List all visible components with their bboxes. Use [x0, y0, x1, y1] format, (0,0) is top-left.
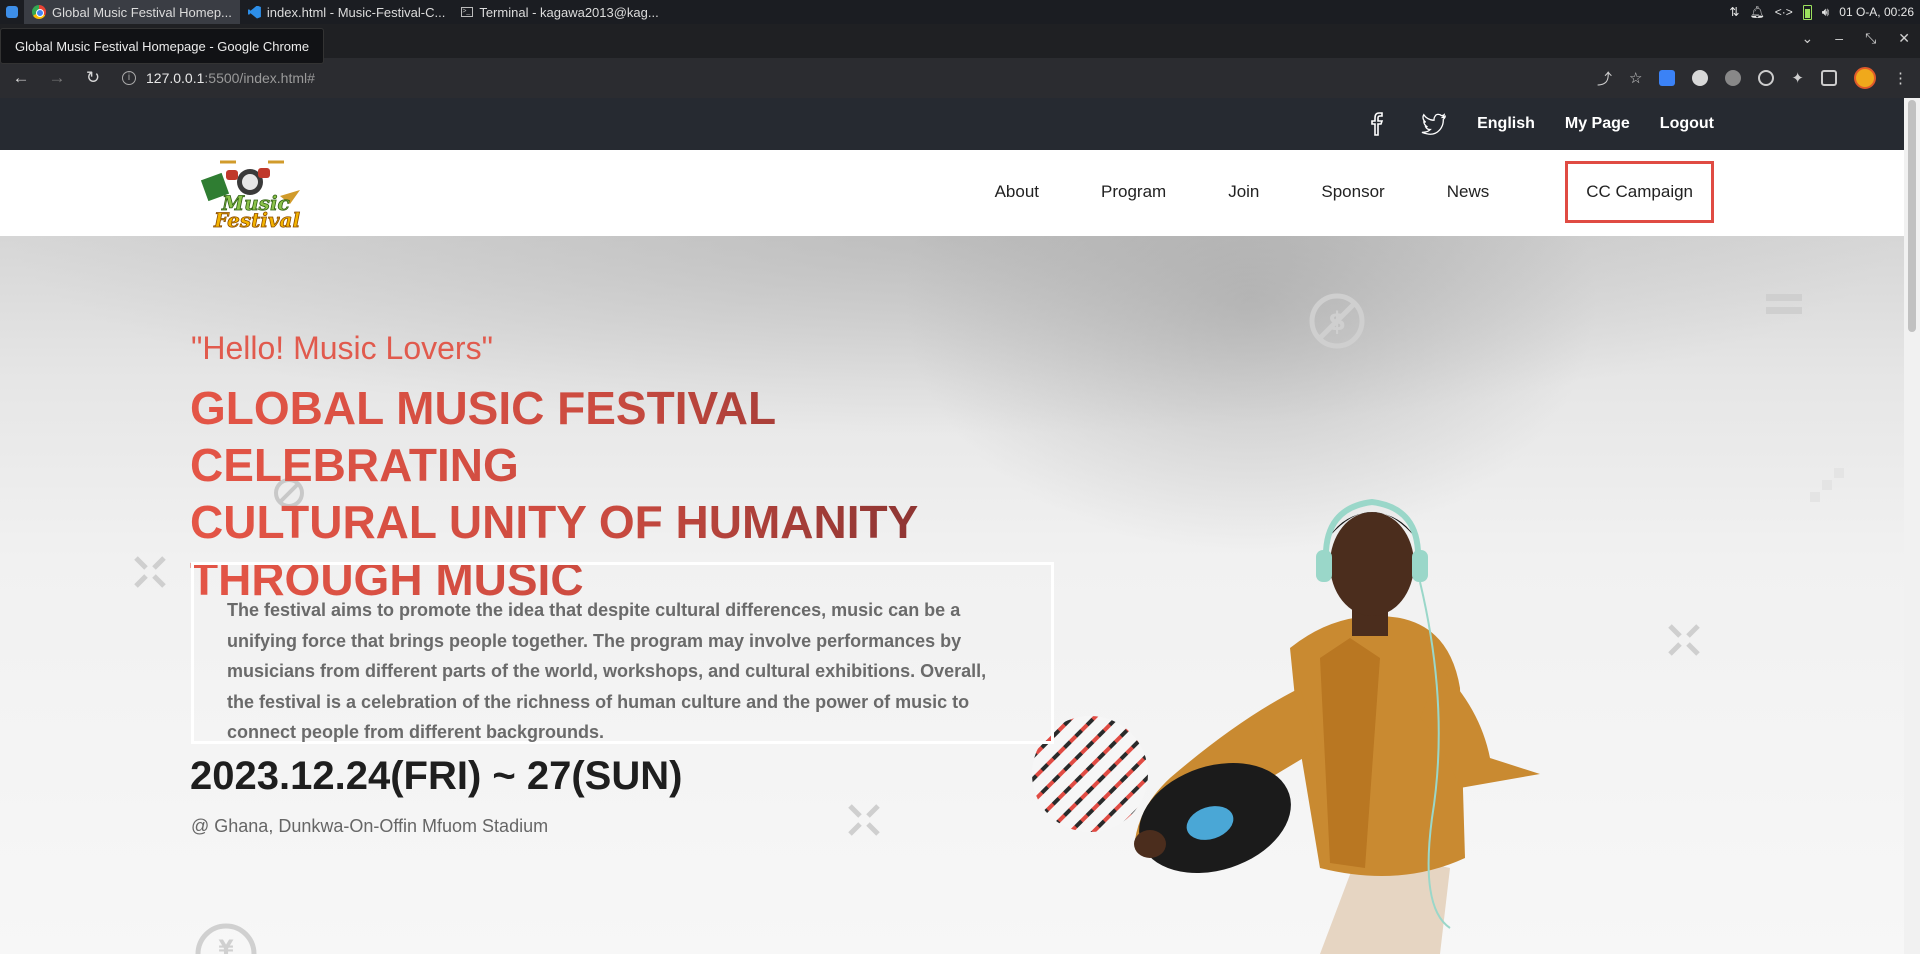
browser-toolbar-icons: ⤴ ☆ ✦ ⋮: [1597, 58, 1908, 98]
battery-icon[interactable]: [1802, 4, 1812, 20]
headline-line: GLOBAL MUSIC FESTIVAL CELEBRATING: [190, 382, 776, 491]
hero-description: The festival aims to promote the idea th…: [227, 600, 987, 742]
vscode-icon: [247, 5, 261, 19]
site-logo[interactable]: Music Festival: [192, 156, 306, 232]
taskbar-item-vscode[interactable]: index.html - Music-Festival-C...: [240, 0, 453, 24]
headline-line: CULTURAL UNITY OF HUMANITY: [190, 496, 919, 548]
x-arrows-decor-icon: [1668, 624, 1700, 656]
nav-item-sponsor[interactable]: Sponsor: [1290, 160, 1415, 224]
extension-gear-icon[interactable]: [1692, 70, 1709, 86]
close-icon[interactable]: ✕: [1898, 30, 1910, 47]
x-arrows-decor-icon: [848, 804, 880, 836]
festival-date: 2023.12.24(FRI) ~ 27(SUN): [190, 754, 683, 798]
logout-link[interactable]: Logout: [1660, 115, 1714, 133]
window-title-tooltip: Global Music Festival Homepage - Google …: [0, 28, 325, 64]
minimize-icon[interactable]: –: [1835, 30, 1843, 47]
x-arrows-decor-icon: [134, 556, 166, 588]
nav-item-about[interactable]: About: [964, 160, 1070, 224]
no-dollar-decor-icon: $: [1309, 293, 1365, 349]
no-yen-decor-icon: ¥: [195, 923, 257, 954]
svg-text:¥: ¥: [218, 937, 234, 954]
nav-menu: About Program Join Sponsor News CC Campa…: [964, 160, 1714, 224]
chrome-icon: [32, 5, 46, 19]
site-info-icon[interactable]: i: [122, 71, 136, 85]
twitter-icon[interactable]: [1421, 111, 1447, 137]
extensions-puzzle-icon[interactable]: ✦: [1791, 69, 1804, 87]
profile-avatar[interactable]: [1854, 67, 1876, 89]
main-navigation: Music Festival About Program Join Sponso…: [0, 150, 1904, 236]
url-host: 127.0.0.1: [146, 70, 205, 86]
utility-links: English My Page Logout: [1365, 98, 1714, 150]
utility-bar: English My Page Logout: [0, 98, 1904, 150]
taskbar-item-label: Global Music Festival Homep...: [52, 4, 232, 20]
tab-search-chevron-icon[interactable]: ⌄: [1802, 30, 1814, 47]
extension-target-icon[interactable]: [1758, 70, 1775, 86]
restore-icon[interactable]: ⤡: [1865, 30, 1876, 47]
volume-icon[interactable]: 🔊︎: [1822, 5, 1830, 20]
my-page-link[interactable]: My Page: [1565, 115, 1630, 133]
taskbar-item-chrome[interactable]: Global Music Festival Homep...: [24, 0, 240, 24]
side-panel-icon[interactable]: [1821, 70, 1837, 86]
diagonal-dots-decor-icon: [1810, 468, 1844, 502]
scrollbar-thumb[interactable]: [1908, 100, 1916, 332]
equals-decor-icon: [1766, 294, 1802, 314]
nav-item-cc-campaign[interactable]: CC Campaign: [1565, 161, 1714, 223]
hero-section: $ c ¥: [0, 236, 1904, 954]
os-taskbar: Global Music Festival Homep... index.htm…: [0, 0, 1920, 24]
os-menu-icon[interactable]: [0, 0, 24, 24]
clock[interactable]: 01 O-A, 00:26: [1839, 5, 1914, 19]
code-icon[interactable]: <·>: [1775, 5, 1793, 19]
menu-kebab-icon[interactable]: ⋮: [1893, 69, 1908, 87]
window-controls: ⌄ – ⤡ ✕: [1802, 30, 1910, 47]
reload-icon[interactable]: ↻: [78, 63, 108, 93]
taskbar-item-label: index.html - Music-Festival-C...: [266, 4, 446, 20]
network-transfer-icon[interactable]: ⇅: [1729, 5, 1739, 19]
taskbar-item-terminal[interactable]: >_ Terminal - kagawa2013@kag...: [453, 0, 666, 24]
bookmark-star-icon[interactable]: ☆: [1629, 69, 1642, 87]
terminal-icon: >_: [461, 7, 474, 17]
festival-venue: @ Ghana, Dunkwa-On-Offin Mfuom Stadium: [191, 816, 549, 836]
language-english-link[interactable]: English: [1477, 115, 1535, 133]
extension-w-icon[interactable]: [1725, 70, 1742, 86]
notification-bell-icon[interactable]: 🔔︎: [1749, 5, 1764, 19]
hero-greeting: "Hello! Music Lovers": [191, 330, 493, 366]
hero-description-box: The festival aims to promote the idea th…: [191, 562, 1054, 744]
facebook-icon[interactable]: [1365, 111, 1391, 137]
address-bar[interactable]: i 127.0.0.1:5500/index.html#: [122, 63, 1602, 93]
forward-arrow-icon[interactable]: →: [42, 63, 72, 93]
share-icon[interactable]: ⤴: [1597, 68, 1612, 89]
url-path: :5500/index.html#: [204, 70, 315, 86]
web-page: English My Page Logout Music Festival Ab…: [0, 98, 1904, 954]
hero-dancer-illustration: [1020, 488, 1640, 954]
nav-item-join[interactable]: Join: [1197, 160, 1290, 224]
system-tray: ⇅ 🔔︎ <·> 🔊︎ 01 O-A, 00:26: [1729, 0, 1914, 24]
svg-text:Festival: Festival: [213, 208, 301, 230]
nav-item-program[interactable]: Program: [1070, 160, 1197, 224]
taskbar-item-label: Terminal - kagawa2013@kag...: [479, 4, 659, 20]
page-scrollbar[interactable]: [1904, 98, 1920, 954]
back-arrow-icon[interactable]: ←: [6, 63, 36, 93]
nav-item-news[interactable]: News: [1416, 160, 1521, 224]
extension-docs-icon[interactable]: [1659, 70, 1676, 86]
browser-toolbar: ← → ↻ i 127.0.0.1:5500/index.html# ⤴ ☆ ✦…: [0, 58, 1920, 98]
